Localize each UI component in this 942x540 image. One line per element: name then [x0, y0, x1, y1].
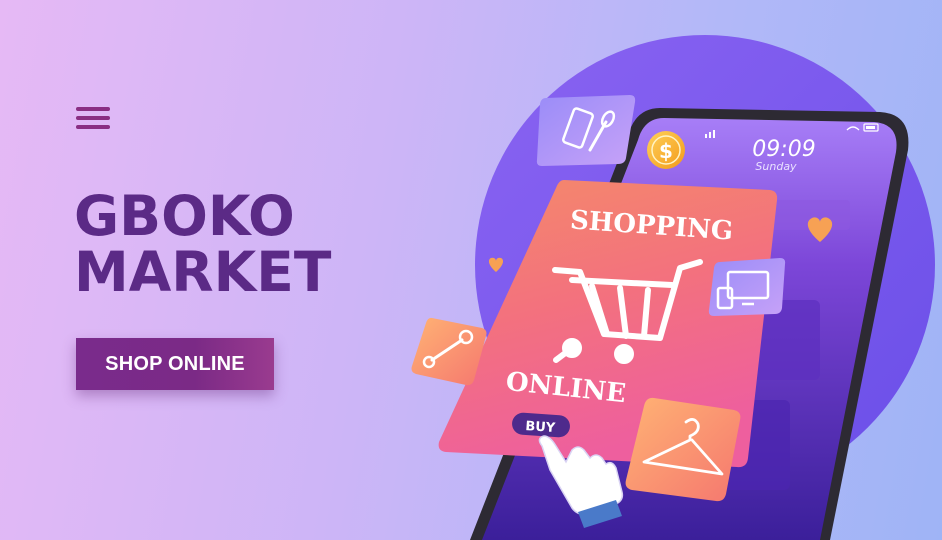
phone-day: Sunday — [755, 160, 797, 173]
computer-icon — [708, 258, 786, 316]
hanger-icon — [625, 397, 741, 502]
phone-time: 09:09 — [752, 137, 815, 162]
coin-icon: $ — [647, 131, 685, 169]
pen-and-phone-icon — [536, 95, 636, 166]
shopping-illustration: 09:09 Sunday SHOPPING ONLINE BUY $ — [411, 35, 935, 540]
buy-button[interactable]: BUY — [511, 412, 570, 438]
svg-text:$: $ — [659, 139, 673, 163]
wrench-icon — [411, 317, 487, 386]
buy-label: BUY — [525, 419, 556, 436]
